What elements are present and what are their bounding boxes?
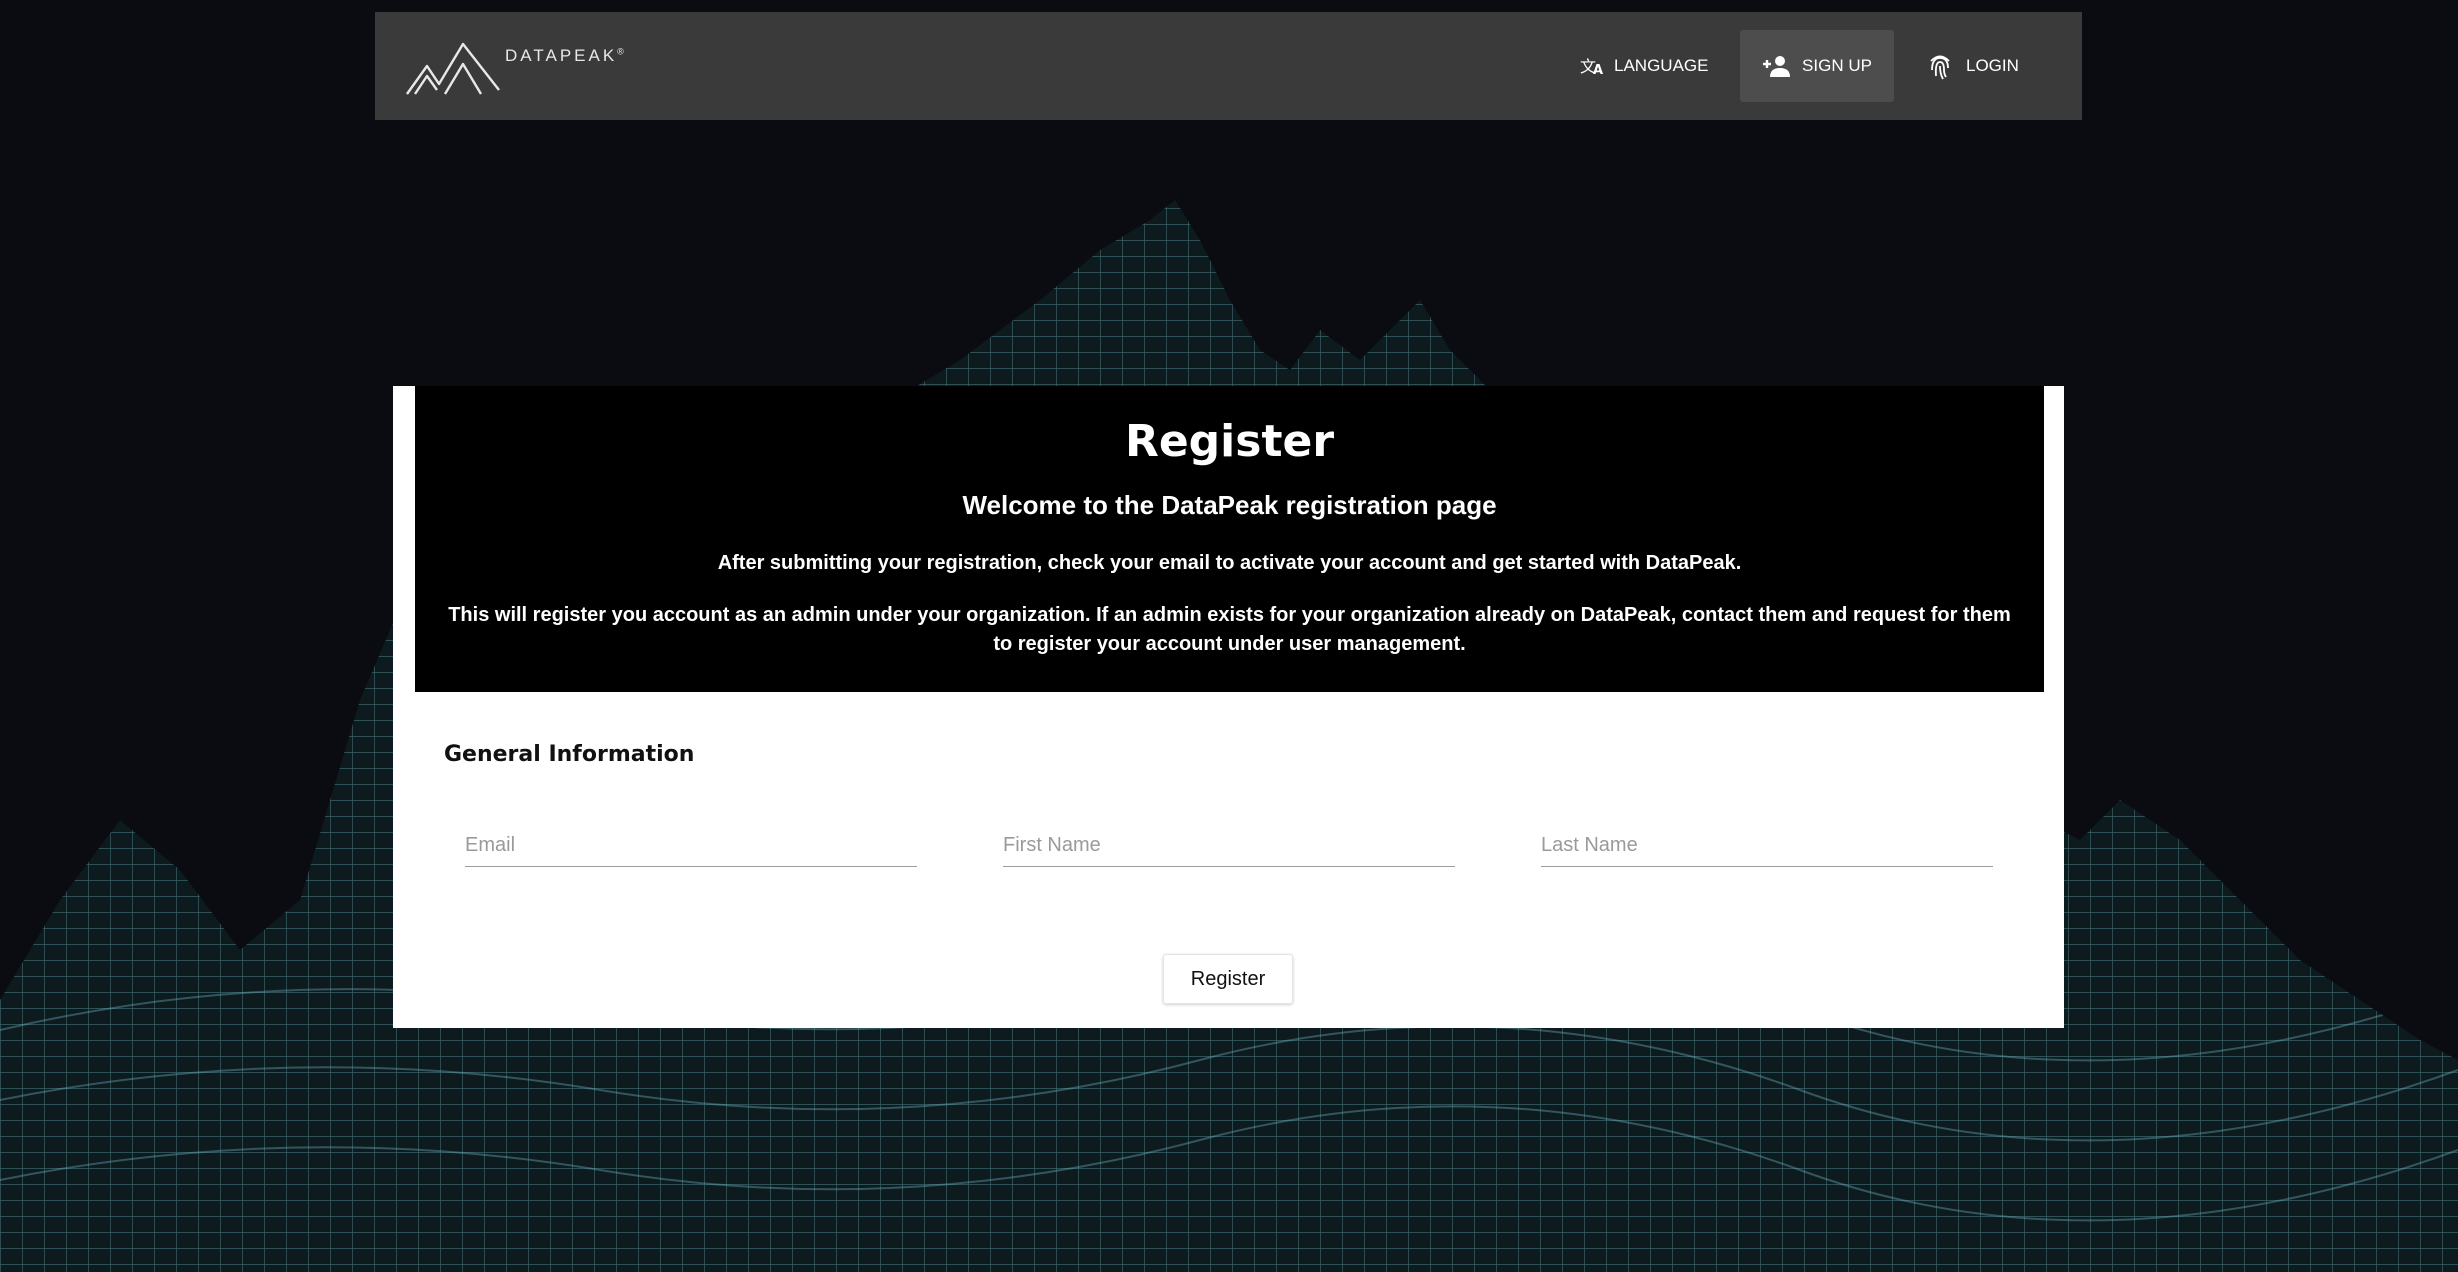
language-label: LANGUAGE [1614,56,1709,75]
register-card-header: Register Welcome to the DataPeak registr… [415,386,2044,692]
first-name-field[interactable] [1003,826,1455,867]
admin-note: This will register you account as an adm… [448,604,2011,655]
register-button[interactable]: Register [1163,954,1293,1004]
signup-button[interactable]: SIGN UP [1740,30,1894,102]
translate-icon: 文 A [1580,55,1604,77]
login-button[interactable]: LOGIN [1928,30,2019,102]
datapeak-logo[interactable]: DATAPEAK® [405,38,624,98]
signup-label: SIGN UP [1802,56,1872,75]
register-card: Register Welcome to the DataPeak registr… [393,386,2064,1028]
mountain-logo-icon [406,42,500,95]
email-input[interactable] [465,826,917,864]
first-name-input[interactable] [1003,826,1455,864]
activation-note: After submitting your registration, chec… [717,552,1742,574]
svg-text:A: A [1593,63,1603,77]
logo-text: DATAPEAK® [505,46,624,65]
last-name-input[interactable] [1541,826,1993,864]
general-information-heading: General Information [444,742,695,767]
fingerprint-icon [1928,52,1952,80]
top-navbar: DATAPEAK® 文 A LANGUAGE SIGN UP LOGIN [375,12,2082,120]
page-title: Register [1124,416,1335,467]
last-name-field[interactable] [1541,826,1993,867]
person-add-icon [1762,55,1792,77]
welcome-subtitle: Welcome to the DataPeak registration pag… [962,490,1497,520]
email-field[interactable] [465,826,917,867]
language-button[interactable]: 文 A LANGUAGE [1580,30,1708,102]
login-label: LOGIN [1966,56,2019,75]
